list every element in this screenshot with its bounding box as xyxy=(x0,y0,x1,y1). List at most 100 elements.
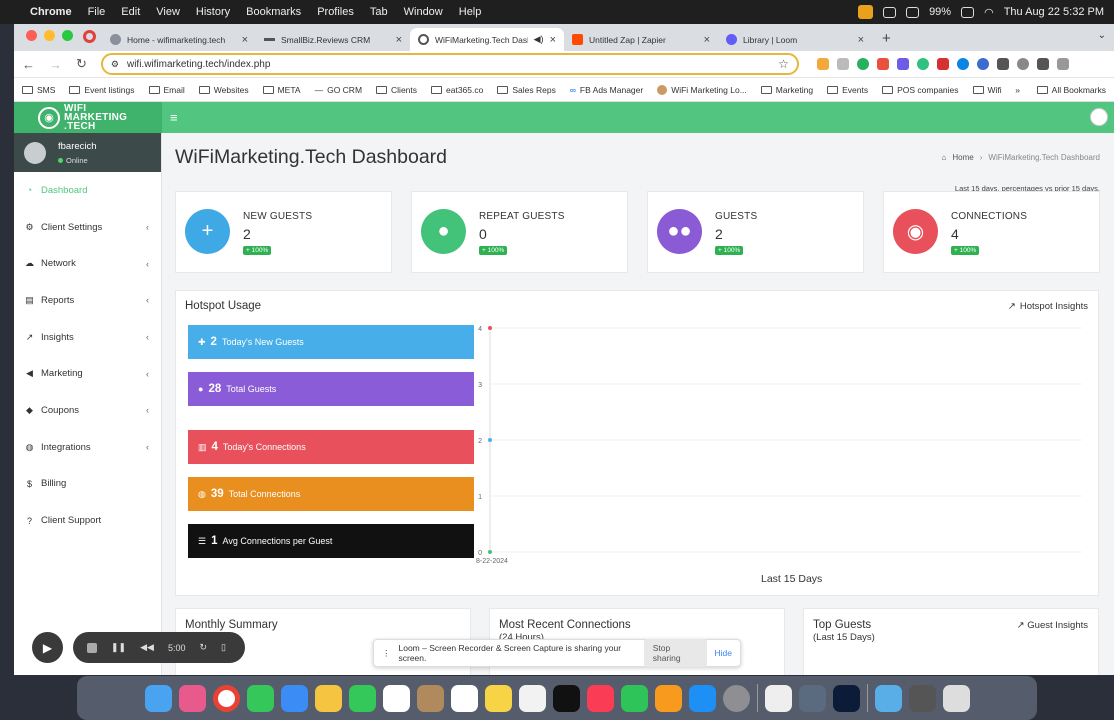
bookmark-item[interactable]: Websites xyxy=(198,85,249,95)
hotspot-insights-link[interactable]: ↗ Hotspot Insights xyxy=(1008,301,1088,312)
menu-profiles[interactable]: Profiles xyxy=(317,6,354,18)
stat-guests[interactable]: ●● GUESTS 2 + 100% xyxy=(647,191,864,273)
speaker-icon[interactable]: ◀) xyxy=(534,34,544,45)
app-logo[interactable]: ◉ WIFI MARKETING .TECH xyxy=(14,102,162,133)
bookmark-item[interactable]: Wifi xyxy=(972,85,1002,95)
bar-todays-connections[interactable]: ▥ 4 Today's Connections xyxy=(188,430,474,464)
close-tab-icon[interactable]: × xyxy=(550,34,556,46)
tab-loom[interactable]: Library | Loom × xyxy=(718,28,872,51)
stat-new-guests[interactable]: + NEW GUESTS 2 + 100% xyxy=(175,191,392,273)
music-icon[interactable] xyxy=(586,684,614,712)
screen-icon[interactable] xyxy=(906,6,920,18)
battery-icon[interactable] xyxy=(961,6,975,18)
forward-icon[interactable]: → xyxy=(49,57,62,72)
bookmark-item[interactable]: POS companies xyxy=(882,85,959,95)
facetime-icon[interactable] xyxy=(348,684,376,712)
site-info-icon[interactable]: ⚙ xyxy=(111,59,119,70)
menu-window[interactable]: Window xyxy=(404,6,443,18)
hide-button[interactable]: Hide xyxy=(715,648,732,658)
menu-edit[interactable]: Edit xyxy=(121,6,140,18)
notes-icon[interactable] xyxy=(484,684,512,712)
guest-insights-link[interactable]: ↗ Guest Insights xyxy=(1017,620,1088,631)
extension-icon[interactable] xyxy=(896,58,909,70)
sidebar-item-integrations[interactable]: ◍ Integrations ‹ xyxy=(14,429,161,466)
stat-connections[interactable]: ◉ CONNECTIONS 4 + 100% xyxy=(883,191,1100,273)
clock[interactable]: Thu Aug 22 5:32 PM xyxy=(1004,6,1104,18)
finder-icon[interactable] xyxy=(144,684,172,712)
launchpad-icon[interactable] xyxy=(178,684,206,712)
bookmark-item[interactable]: — GO CRM xyxy=(315,85,362,95)
address-bar[interactable]: ⚙ wifi.wifimarketing.tech/index.php ☆ xyxy=(100,53,799,75)
screenshot-icon[interactable] xyxy=(908,684,936,712)
downloads-icon[interactable] xyxy=(874,684,902,712)
drag-handle-icon[interactable]: ⋮ xyxy=(382,648,391,659)
wifi-icon[interactable]: ◠ xyxy=(984,6,994,19)
contacts-icon[interactable] xyxy=(416,684,444,712)
minimize-window-button[interactable] xyxy=(44,30,55,41)
close-tab-icon[interactable]: × xyxy=(858,34,864,46)
menu-history[interactable]: History xyxy=(196,6,230,18)
settings-icon[interactable] xyxy=(722,684,750,712)
chevron-down-icon[interactable]: ⌄ xyxy=(1098,30,1106,41)
appletv-icon[interactable] xyxy=(552,684,580,712)
sidebar-item-network[interactable]: ☁ Network ‹ xyxy=(14,245,161,282)
bookmarks-overflow-icon[interactable]: » xyxy=(1015,85,1020,95)
extensions-puzzle-icon[interactable] xyxy=(996,58,1009,70)
menu-tab[interactable]: Tab xyxy=(370,6,388,18)
bookmark-item[interactable]: Email xyxy=(148,85,185,95)
sidebar-item-reports[interactable]: ▤ Reports ‹ xyxy=(14,282,161,319)
extension-icon[interactable] xyxy=(916,58,929,70)
bookmark-item[interactable]: eat365.co xyxy=(431,85,483,95)
zoom-window-button[interactable] xyxy=(62,30,73,41)
trash-icon[interactable]: ▯ xyxy=(221,642,226,653)
extension-icon[interactable] xyxy=(836,58,849,70)
sidebar-item-coupons[interactable]: ◆ Coupons ‹ xyxy=(14,392,161,429)
display-icon[interactable] xyxy=(883,6,897,18)
new-tab-icon[interactable]: + xyxy=(872,30,891,51)
chrome-icon[interactable] xyxy=(212,684,240,712)
tab-crm[interactable]: SmallBiz.Reviews CRM × xyxy=(256,28,410,51)
bar-avg-connections[interactable]: ☰ 1 Avg Connections per Guest xyxy=(188,524,474,558)
more-icon[interactable] xyxy=(1056,58,1069,70)
trash-icon[interactable] xyxy=(942,684,970,712)
close-tab-icon[interactable]: × xyxy=(242,34,248,46)
preview-icon[interactable] xyxy=(798,684,826,712)
rewind-icon[interactable]: ◀◀ xyxy=(140,642,154,653)
extension-icon[interactable] xyxy=(876,58,889,70)
stat-repeat-guests[interactable]: ● REPEAT GUESTS 0 + 100% xyxy=(411,191,628,273)
sidebar-item-marketing[interactable]: ◀ Marketing ‹ xyxy=(14,355,161,392)
bookmark-item[interactable]: Marketing xyxy=(760,85,813,95)
sidebar-item-billing[interactable]: $ Billing xyxy=(14,466,161,503)
user-avatar-icon[interactable] xyxy=(1090,108,1108,126)
bookmark-star-icon[interactable]: ☆ xyxy=(778,57,789,71)
close-window-button[interactable] xyxy=(26,30,37,41)
menu-app[interactable]: Chrome xyxy=(30,6,72,18)
messages-icon[interactable] xyxy=(246,684,274,712)
bookmark-item[interactable]: Event listings xyxy=(69,85,135,95)
pages-icon[interactable] xyxy=(654,684,682,712)
bookmark-item[interactable]: META xyxy=(262,85,301,95)
tab-zapier[interactable]: Untitled Zap | Zapier × xyxy=(564,28,718,51)
menu-file[interactable]: File xyxy=(88,6,106,18)
reload-icon[interactable]: ↻ xyxy=(76,56,87,72)
mail-icon[interactable] xyxy=(280,684,308,712)
breadcrumb-home[interactable]: Home xyxy=(952,153,973,162)
reminders-icon[interactable] xyxy=(450,684,478,712)
tab-home[interactable]: Home - wifimarketing.tech × xyxy=(102,28,256,51)
extension-icon[interactable] xyxy=(816,58,829,70)
bookmark-item[interactable]: Sales Reps xyxy=(497,85,556,95)
microphone-icon[interactable] xyxy=(858,5,874,19)
freeform-icon[interactable] xyxy=(518,684,546,712)
restart-icon[interactable]: ↻ xyxy=(199,642,207,653)
bookmark-item[interactable]: ∞ FB Ads Manager xyxy=(570,85,643,95)
bookmark-item[interactable]: Clients xyxy=(376,85,417,95)
sidebar-item-dashboard[interactable]: ◔ Dashboard xyxy=(14,172,161,209)
sidebar-item-client-support[interactable]: ? Client Support xyxy=(14,502,161,539)
hotspot-line-chart[interactable]: 0 1 2 3 4 08-22-2024 xyxy=(476,321,1092,569)
stop-icon[interactable] xyxy=(87,642,97,653)
close-tab-icon[interactable]: × xyxy=(704,34,710,46)
bar-todays-new-guests[interactable]: ✚ 2 Today's New Guests xyxy=(188,325,474,359)
stop-sharing-button[interactable]: Stop sharing xyxy=(643,639,707,667)
bookmark-item[interactable]: Events xyxy=(827,85,868,95)
all-bookmarks[interactable]: All Bookmarks xyxy=(1036,85,1106,95)
